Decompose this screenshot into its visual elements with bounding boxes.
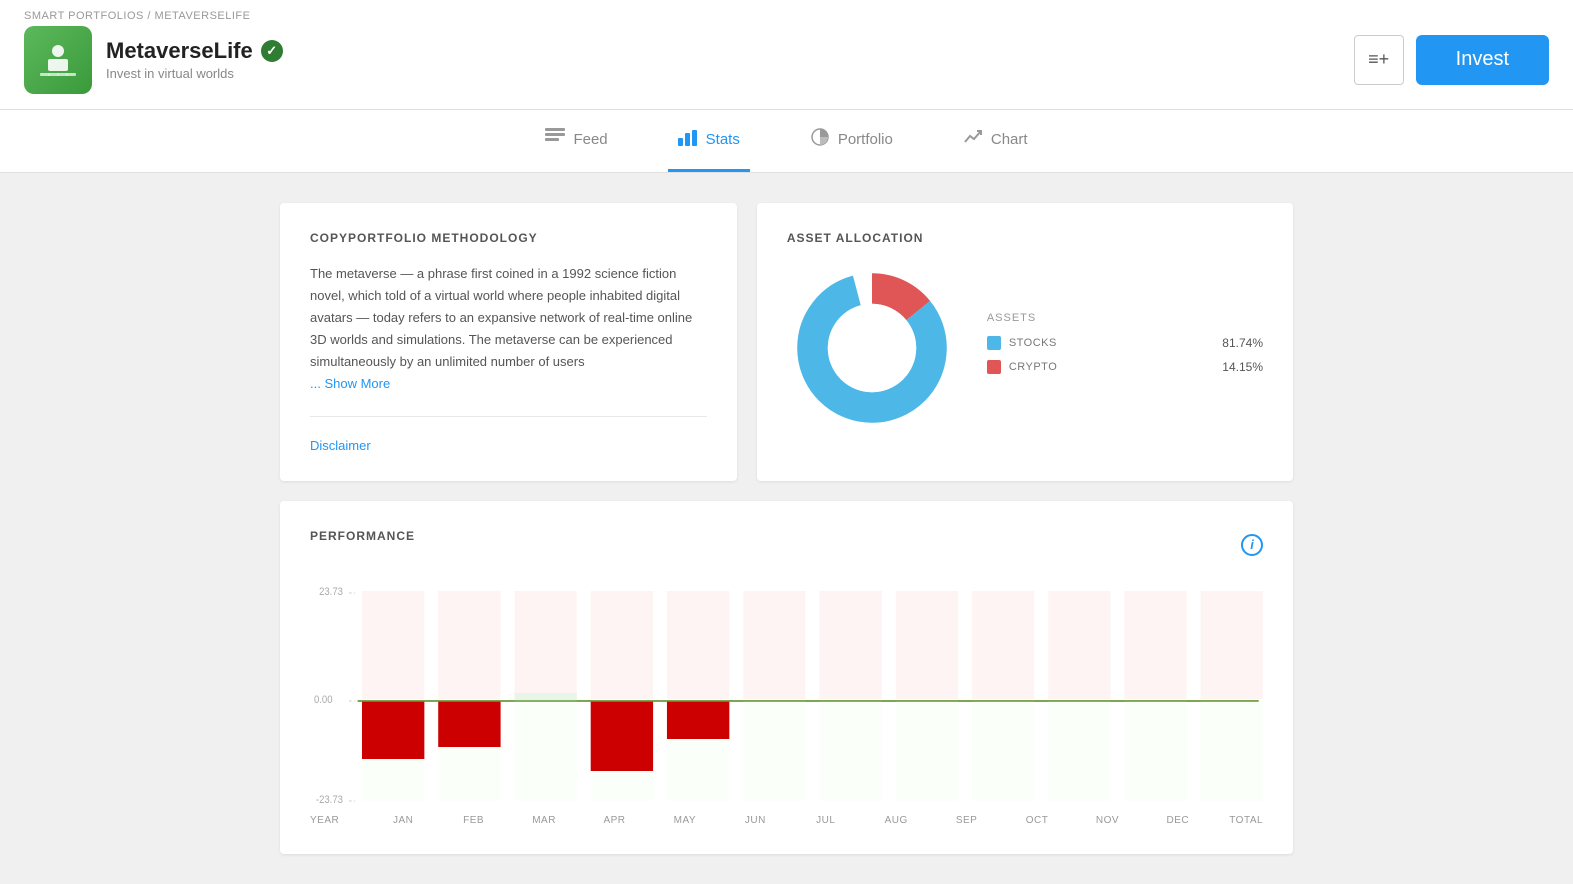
portfolio-name: MetaverseLife ✓ <box>106 38 283 64</box>
legend-item-stocks: STOCKS 81.74% <box>987 336 1263 350</box>
tab-chart[interactable]: Chart <box>953 110 1038 172</box>
stocks-color-swatch <box>987 336 1001 350</box>
breadcrumb: SMART PORTFOLIOS / METAVERSELIFE <box>24 10 250 22</box>
tab-stats[interactable]: Stats <box>668 110 750 172</box>
stats-icon <box>678 128 698 151</box>
portfolio-subtitle: Invest in virtual worlds <box>106 66 283 81</box>
header-actions: ≡+ Invest <box>1354 35 1549 85</box>
chart-area: 23.73 0.00 -23.73 <box>310 581 1263 811</box>
nov-label: NOV <box>1072 815 1142 826</box>
donut-svg <box>787 263 957 433</box>
methodology-title: COPYPORTFOLIO METHODOLOGY <box>310 231 707 245</box>
donut-chart <box>787 263 957 433</box>
menu-button[interactable]: ≡+ <box>1354 35 1404 85</box>
tab-feed[interactable]: Feed <box>535 110 617 172</box>
legend-title: ASSETS <box>987 312 1263 324</box>
verified-badge: ✓ <box>261 40 283 62</box>
methodology-text: The metaverse — a phrase first coined in… <box>310 263 707 396</box>
top-cards-row: COPYPORTFOLIO METHODOLOGY The metaverse … <box>280 203 1293 481</box>
jan-label: JAN <box>368 815 438 826</box>
svg-text:0.00: 0.00 <box>314 694 333 706</box>
svg-text:23.73: 23.73 <box>319 586 343 598</box>
feb-label: FEB <box>438 815 508 826</box>
nav-tabs: Feed Stats Portfolio Chart <box>0 110 1573 173</box>
methodology-card: COPYPORTFOLIO METHODOLOGY The metaverse … <box>280 203 737 481</box>
crypto-label: CRYPTO <box>1009 361 1057 373</box>
stocks-value: 81.74% <box>1222 336 1263 350</box>
performance-card: PERFORMANCE i 23.73 0.00 -23.73 <box>280 501 1293 854</box>
sep-label: SEP <box>931 815 1001 826</box>
total-label: TOTAL <box>1213 815 1263 826</box>
info-icon[interactable]: i <box>1241 534 1263 556</box>
jul-label: JUL <box>791 815 861 826</box>
crypto-value: 14.15% <box>1222 360 1263 374</box>
tab-chart-label: Chart <box>991 131 1028 148</box>
show-more-link[interactable]: ... Show More <box>310 376 390 391</box>
header: SMART PORTFOLIOS / METAVERSELIFE Metaver… <box>0 0 1573 110</box>
tab-portfolio[interactable]: Portfolio <box>800 110 903 172</box>
logo-text: MetaverseLife ✓ Invest in virtual worlds <box>106 38 283 81</box>
stocks-label: STOCKS <box>1009 337 1057 349</box>
crypto-color-swatch <box>987 360 1001 374</box>
apr-label: APR <box>579 815 649 826</box>
legend: ASSETS STOCKS 81.74% CRYPTO 14.15 <box>987 312 1263 384</box>
aug-label: AUG <box>861 815 931 826</box>
performance-header: PERFORMANCE i <box>310 529 1263 561</box>
tab-stats-label: Stats <box>706 131 740 148</box>
allocation-title: ASSET ALLOCATION <box>787 231 1263 245</box>
tab-portfolio-label: Portfolio <box>838 131 893 148</box>
performance-chart-svg: 23.73 0.00 -23.73 <box>310 581 1263 811</box>
allocation-card: ASSET ALLOCATION ASSETS <box>757 203 1293 481</box>
feed-icon <box>545 128 565 151</box>
disclaimer-link[interactable]: Disclaimer <box>310 438 371 453</box>
mar-label: MAR <box>509 815 579 826</box>
jun-label: JUN <box>720 815 790 826</box>
logo-container: MetaverseLife ✓ Invest in virtual worlds <box>24 26 283 94</box>
year-label: YEAR <box>310 815 368 826</box>
chart-icon <box>963 128 983 151</box>
allocation-content: ASSETS STOCKS 81.74% CRYPTO 14.15 <box>787 263 1263 433</box>
logo-icon <box>24 26 92 94</box>
legend-item-crypto: CRYPTO 14.15% <box>987 360 1263 374</box>
svg-text:-23.73: -23.73 <box>316 794 343 806</box>
invest-button[interactable]: Invest <box>1416 35 1549 85</box>
may-label: MAY <box>650 815 720 826</box>
dec-label: DEC <box>1143 815 1213 826</box>
oct-label: OCT <box>1002 815 1072 826</box>
tab-feed-label: Feed <box>573 131 607 148</box>
main-content: COPYPORTFOLIO METHODOLOGY The metaverse … <box>0 173 1573 884</box>
divider <box>310 416 707 417</box>
performance-title: PERFORMANCE <box>310 529 415 543</box>
portfolio-icon <box>810 128 830 151</box>
